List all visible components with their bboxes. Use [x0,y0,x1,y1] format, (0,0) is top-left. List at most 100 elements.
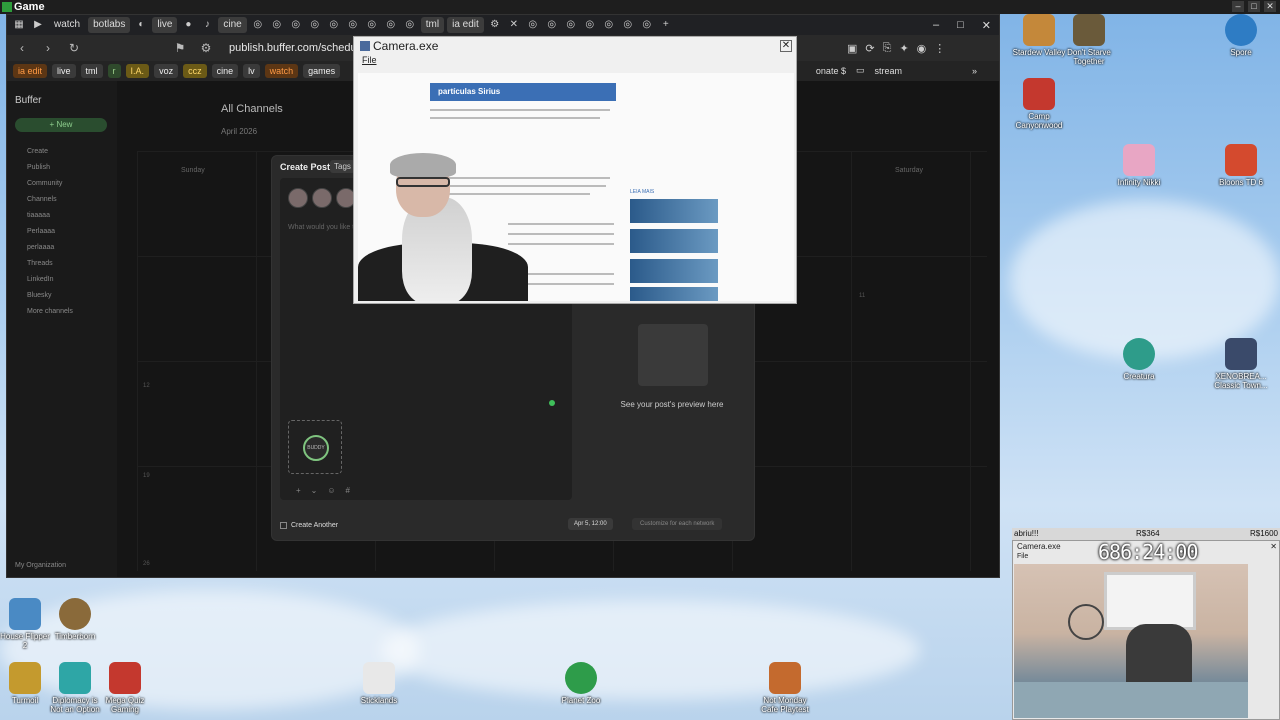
bookmark-ia[interactable]: I.A. [125,64,150,78]
bookmark-donate[interactable]: onate $ [816,66,846,76]
sidebar-item-channel[interactable]: perlaaaa [15,240,109,256]
sidebar-item-linkedin[interactable]: LinkedIn [15,272,109,288]
close-icon[interactable]: ✕ [780,40,792,52]
desktop-icon-xenobreaker[interactable]: XENOBREA... Classic Town... [1214,338,1268,390]
tags-button[interactable]: Tags [330,160,355,173]
bookmark-live[interactable]: live [52,64,76,78]
minimize-icon[interactable]: – [933,19,939,32]
tab-cine[interactable]: cine [218,17,247,33]
bookmark-icon[interactable]: ⚑ [173,41,187,55]
bookmark-games[interactable]: games [303,64,341,78]
sidebar-item-community[interactable]: Community [15,176,109,192]
customize-button[interactable]: Customize for each network [632,518,723,530]
bookmark-ccz[interactable]: ccz [183,64,207,78]
desktop-icon-timberborn[interactable]: Timberborn [48,598,102,641]
bookmark-tml[interactable]: tml [80,64,103,78]
tab-icon[interactable]: ◎ [525,17,541,33]
desktop-icon-infinity-nikki[interactable]: Infinity Nikki [1112,144,1166,187]
bookmark-stream[interactable]: stream [874,66,902,76]
file-menu[interactable]: File [354,55,796,69]
tab-icon[interactable]: ◎ [269,17,285,33]
hashtag-icon[interactable]: # [346,486,350,495]
tab-icon[interactable]: ◎ [326,17,342,33]
add-icon[interactable]: + [296,486,301,495]
avatar[interactable] [288,188,308,208]
tab-live[interactable]: live [152,17,178,33]
tab-icon[interactable]: ◎ [364,17,380,33]
browser-app-icon[interactable]: ▦ [11,17,27,33]
desktop-icon-stardew-valley[interactable]: Stardew Valley [1012,14,1066,57]
bookmark-voz[interactable]: voz [154,64,179,78]
tab-icon[interactable]: ◎ [383,17,399,33]
tab-icon[interactable]: ◎ [639,17,655,33]
close-icon[interactable]: ✕ [982,19,991,32]
tab-icon[interactable]: ◎ [601,17,617,33]
extension-icon[interactable]: ⎘ [883,42,892,55]
desktop-icon-house-flipper[interactable]: House Flipper 2 [0,598,52,650]
desktop-icon-camp-canyonwood[interactable]: Camp Canyonwood [1012,78,1066,130]
tab-icon[interactable]: ♪ [199,17,215,33]
tab-icon[interactable]: ◎ [563,17,579,33]
extension-icon[interactable]: ▣ [847,42,857,55]
bookmark-watch[interactable]: watch [264,64,299,78]
tab-ia-edit[interactable]: ia edit [447,17,484,33]
desktop-icon-mega-quiz[interactable]: Mega Quiz Gaming [98,662,152,714]
tab-icon[interactable]: ◐ [133,17,149,33]
maximize-icon[interactable]: □ [957,19,964,32]
tab-icon[interactable]: ◎ [307,17,323,33]
maximize-icon[interactable]: □ [1248,1,1260,12]
youtube-tab-icon[interactable]: ▶ [30,17,46,33]
extension-icon[interactable]: ✦ [899,42,908,55]
schedule-button[interactable]: Apr 5, 12:00 [568,518,613,530]
desktop-icon-diplomacy[interactable]: Diplomacy is Not an Option [48,662,102,714]
tab-icon[interactable]: ◎ [582,17,598,33]
extension-icon[interactable]: ⟳ [865,42,874,55]
new-post-button[interactable]: + New [15,118,107,132]
tab-icon[interactable]: ◎ [620,17,636,33]
new-tab-icon[interactable]: + [658,17,674,33]
close-icon[interactable]: ✕ [1270,542,1277,551]
bookmark-cine[interactable]: cine [211,64,239,78]
emoji-icon[interactable]: ☺ [327,486,335,495]
calendar-month[interactable]: April 2026 [221,127,257,136]
reload-icon[interactable]: ↻ [67,41,81,55]
desktop-icon-bloons[interactable]: Bloons TD 6 [1214,144,1268,187]
desktop-icon-turmoil[interactable]: Turmoil [0,662,52,705]
media-upload[interactable]: BUDDY [288,420,342,474]
tab-watch[interactable]: watch [49,17,85,33]
bookmark-lv[interactable]: lv [243,64,260,78]
create-another-checkbox[interactable] [280,522,287,529]
desktop-icon-spore[interactable]: Spore [1214,14,1268,57]
create-another-row[interactable]: Create Another [280,522,338,529]
site-info-icon[interactable]: ⚙ [199,41,213,55]
extension-icon[interactable]: ◉ [917,42,927,55]
tab-icon[interactable]: ⚙ [487,17,503,33]
chevron-down-icon[interactable]: ⌄ [311,486,318,495]
organization-label[interactable]: My Organization [15,562,66,569]
avatar[interactable] [312,188,332,208]
close-icon[interactable]: ✕ [1264,1,1276,12]
sidebar-item-create[interactable]: Create [15,144,109,160]
bookmark-ia-edit[interactable]: ia edit [13,64,48,78]
sidebar-item-publish[interactable]: Publish [15,160,109,176]
sidebar-item-more[interactable]: More channels [15,304,109,320]
forward-icon[interactable]: › [41,41,55,55]
tab-icon[interactable]: ◎ [544,17,560,33]
sidebar-item-channel[interactable]: Perlaaaa [15,224,109,240]
sidebar-item-threads[interactable]: Threads [15,256,109,272]
bookmark-r[interactable]: r [107,64,121,78]
back-icon[interactable]: ‹ [15,41,29,55]
menu-icon[interactable]: ⋮ [934,42,945,55]
tab-icon[interactable]: ◎ [402,17,418,33]
desktop-icon-sticklands[interactable]: Sticklands [352,662,406,705]
tab-icon[interactable]: ◎ [345,17,361,33]
tab-icon[interactable]: ● [180,17,196,33]
tab-tml[interactable]: tml [420,17,445,33]
tab-icon[interactable]: ◎ [250,17,266,33]
close-tab-icon[interactable]: ✕ [506,17,522,33]
minimize-icon[interactable]: – [1232,1,1244,12]
desktop-icon-planet-zoo[interactable]: Planet Zoo [554,662,608,705]
sidebar-item-bluesky[interactable]: Bluesky [15,288,109,304]
tab-icon[interactable]: ◎ [288,17,304,33]
bookmarks-overflow-icon[interactable]: » [972,66,977,76]
